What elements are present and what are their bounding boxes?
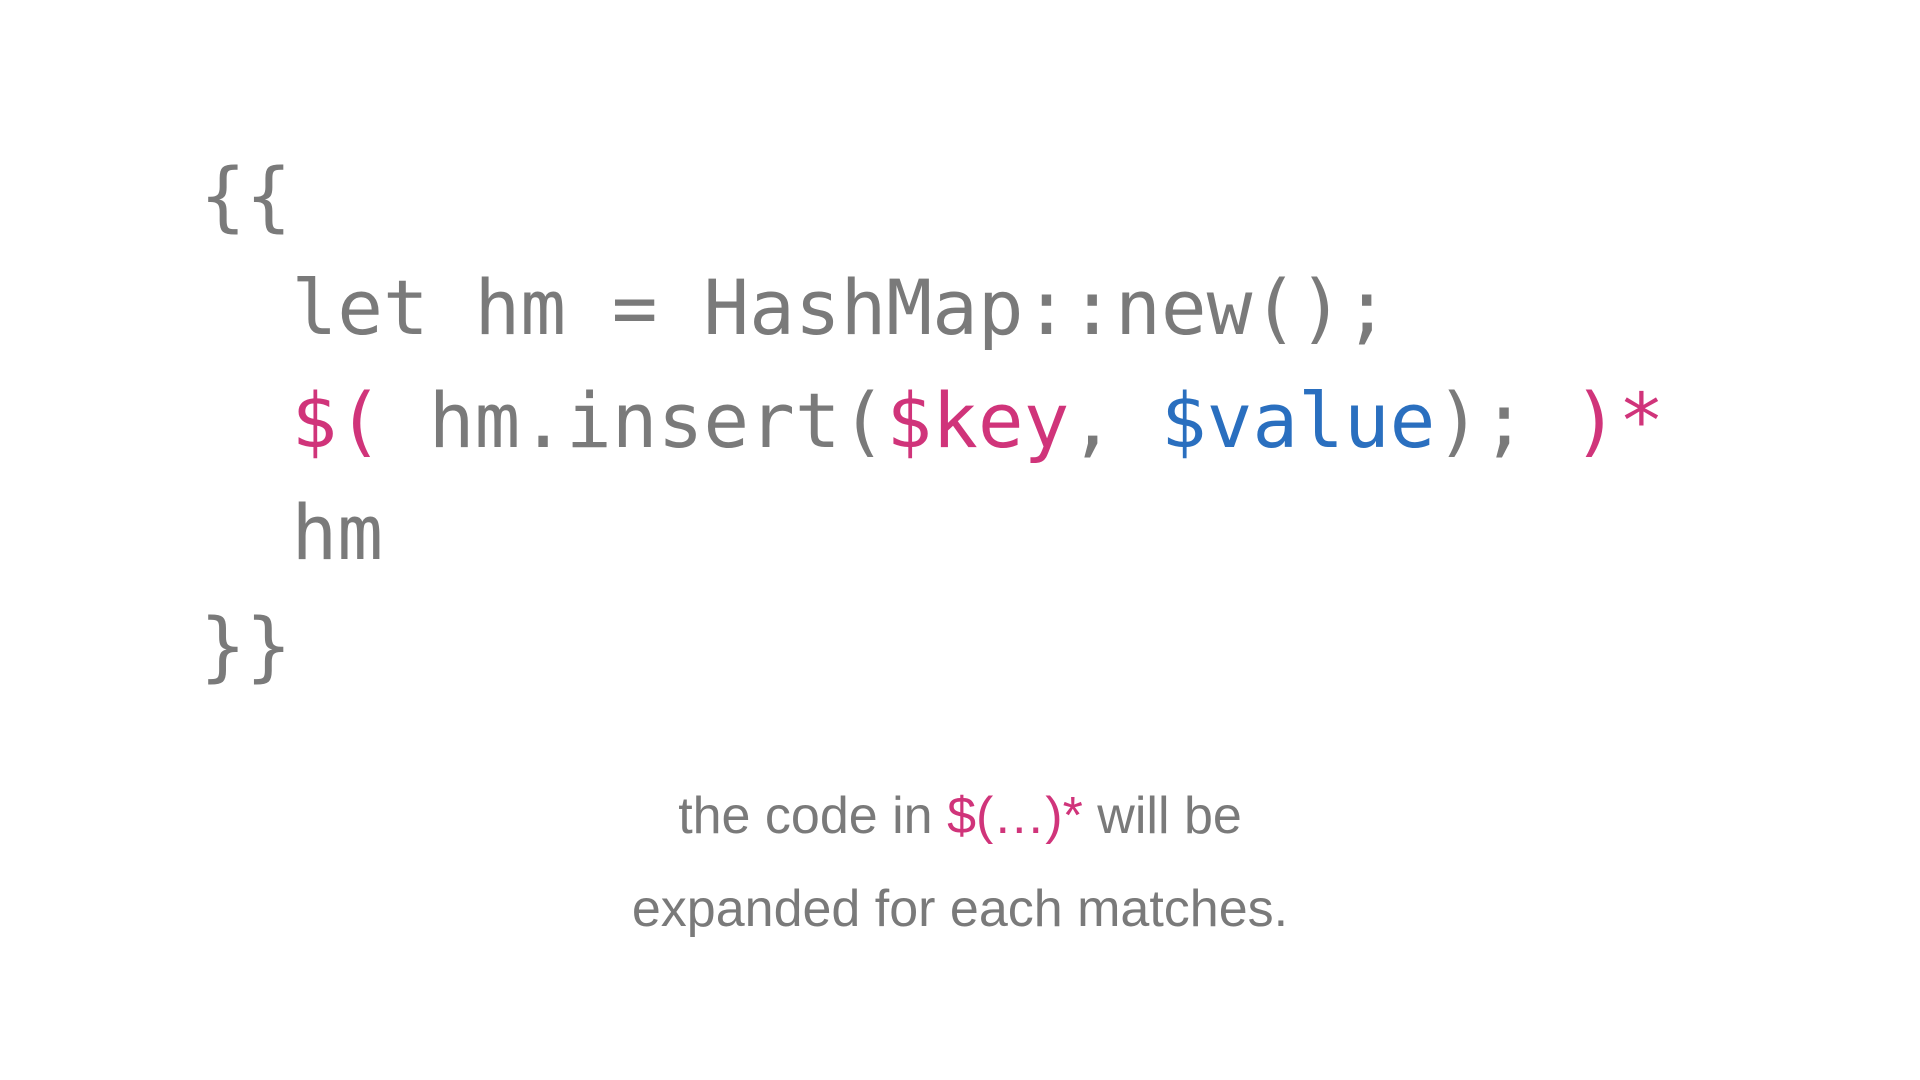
caption: the code in $(…)* will be expanded for e… <box>0 770 1920 955</box>
code-insert-prefix: hm.insert( <box>383 376 886 465</box>
code-line-5: }} <box>200 601 292 690</box>
code-line-4: hm <box>292 488 384 577</box>
slide: {{ let hm = HashMap::new(); $( hm.insert… <box>0 0 1920 1080</box>
caption-line-2: expanded for each matches. <box>632 880 1288 938</box>
code-line-3-indent <box>200 376 292 465</box>
code-macro-open: $( <box>292 376 384 465</box>
code-macro-close: )* <box>1573 376 1665 465</box>
code-key-var: $key <box>886 376 1069 465</box>
code-comma: , <box>1069 376 1161 465</box>
code-line-1: {{ <box>200 151 292 240</box>
code-block: {{ let hm = HashMap::new(); $( hm.insert… <box>200 140 1664 702</box>
code-value-var: $value <box>1161 376 1436 465</box>
code-insert-close: ); <box>1435 376 1572 465</box>
code-line-2-indent <box>200 263 292 352</box>
code-line-4-indent <box>200 488 292 577</box>
code-line-2: let hm = HashMap::new(); <box>292 263 1390 352</box>
caption-pre: the code in <box>678 787 947 845</box>
caption-post: will be <box>1083 787 1242 845</box>
caption-highlight: $(…)* <box>947 787 1083 845</box>
